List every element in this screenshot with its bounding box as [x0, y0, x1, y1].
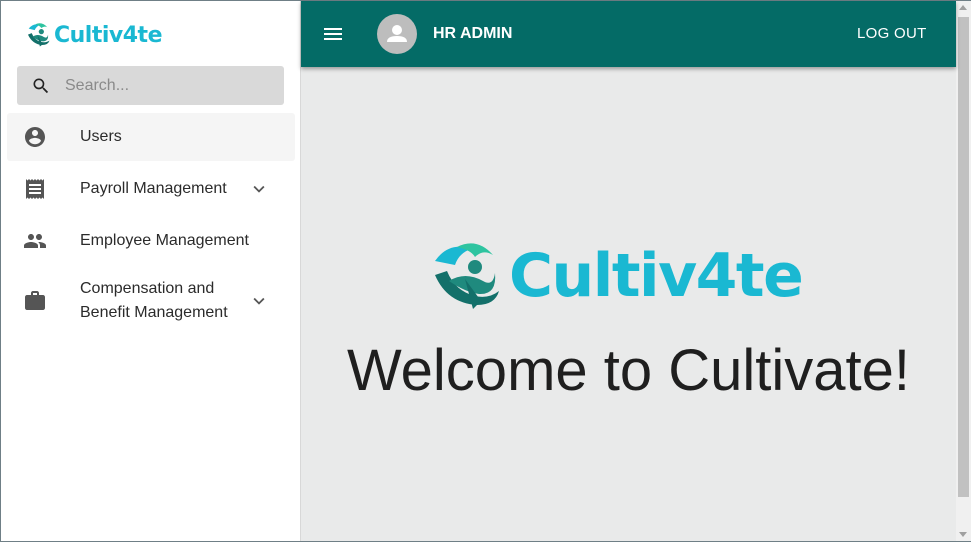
search-icon [33, 78, 49, 94]
brand-logo[interactable]: Cultiv4te [25, 19, 163, 51]
app-bar: HR ADMIN LOG OUT [301, 1, 956, 67]
sidebar-item-label-line2: Benefit Management [80, 304, 228, 321]
sidebar-item-label-line1: Compensation and [80, 280, 215, 297]
scroll-thumb[interactable] [958, 17, 969, 497]
cultivate-logo-icon [27, 23, 50, 47]
search-box[interactable] [17, 66, 284, 105]
brand-name: Cultiv4te [54, 22, 163, 48]
account-circle-icon [25, 127, 45, 147]
chevron-down-icon[interactable] [248, 290, 270, 312]
people-icon [24, 234, 46, 248]
avatar[interactable] [377, 14, 417, 54]
logout-button[interactable]: LOG OUT [849, 19, 935, 49]
sidebar: Cultiv4te Users Payroll Management Emplo… [1, 1, 301, 541]
sidebar-item-compensation-benefit-management[interactable]: Compensation and Benefit Management [7, 269, 295, 333]
sidebar-item-employee-management[interactable]: Employee Management [7, 217, 295, 265]
scroll-down-arrow-icon[interactable] [959, 532, 967, 537]
sidebar-item-payroll-management[interactable]: Payroll Management [7, 165, 295, 213]
hero-brand-name: Cultiv4te [509, 241, 804, 311]
chevron-down-icon[interactable] [248, 178, 270, 200]
scrollbar[interactable] [956, 1, 971, 541]
scroll-up-arrow-icon[interactable] [959, 5, 967, 10]
receipt-icon [26, 179, 44, 199]
menu-icon[interactable] [321, 22, 345, 46]
sidebar-item-label: Users [80, 128, 122, 145]
user-name: HR ADMIN [433, 25, 513, 42]
briefcase-icon [25, 291, 45, 310]
person-icon [387, 25, 407, 42]
hero-logo: Cultiv4te [431, 241, 804, 311]
sidebar-item-label: Payroll Management [80, 180, 227, 197]
search-input[interactable] [65, 74, 265, 98]
sidebar-item-label: Employee Management [80, 232, 249, 249]
sidebar-item-users[interactable]: Users [7, 113, 295, 161]
cultivate-logo-icon [435, 243, 499, 309]
welcome-heading: Welcome to Cultivate! [346, 338, 911, 403]
